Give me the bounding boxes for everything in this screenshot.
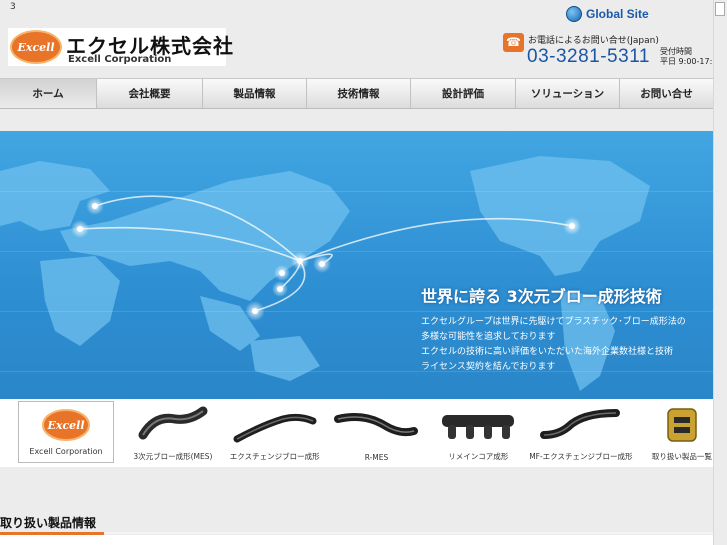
svg-text:Excell: Excell [47, 419, 85, 432]
banner-title: 世界に誇る 3次元ブロー成形技術 [421, 287, 662, 306]
phone-caption: お電話によるお問い合せ(Japan) [528, 36, 659, 46]
hours-value: 平日 9:00-17: [660, 57, 713, 66]
phone-number[interactable]: 03-3281-5311 [527, 46, 650, 68]
exchange-blow-part-icon [233, 413, 317, 443]
mes-part-icon [138, 406, 208, 440]
main-nav: ホーム 会社概要 製品情報 技術情報 設計評価 ソリューション お問い合せ [0, 78, 713, 109]
excell-logo-icon: Excell [42, 409, 90, 441]
product-item-r-mes[interactable]: R-MES [326, 399, 428, 467]
remain-core-part-icon [442, 415, 515, 439]
hero-banner: 世界に誇る 3次元ブロー成形技術 エクセルグループは世界に先駆けてプラスチック･… [0, 131, 713, 399]
nav-item-technology[interactable]: 技術情報 [307, 79, 411, 108]
banner-description: エクセルグループは世界に先駆けてプラスチック･ブロー成形法の 多様な可能性を追求… [421, 317, 686, 372]
nav-item-contact[interactable]: お問い合せ [620, 79, 713, 108]
business-hours: 受付時間 平日 9:00-17: [660, 47, 712, 67]
product-item-excell[interactable]: Excell Excell Corporation [18, 401, 114, 463]
product-item-remain-core[interactable]: リメインコア成形 [427, 399, 529, 467]
global-site-label: Global Site [586, 7, 649, 21]
product-item-mf-exchange[interactable]: MF-エクスチェンジブロー成形 [529, 399, 632, 467]
scrollbar-thumb[interactable] [715, 2, 725, 16]
section-divider [0, 532, 713, 534]
product-item-list[interactable]: 取り扱い製品一覧 [631, 399, 727, 467]
r-mes-part-icon [334, 413, 419, 437]
mf-exchange-part-icon [540, 409, 621, 439]
nav-item-products[interactable]: 製品情報 [203, 79, 307, 108]
nav-item-design-evaluation[interactable]: 設計評価 [411, 79, 516, 108]
company-logo[interactable]: Excell エクセル株式会社 Excell Corporation [8, 28, 233, 66]
phone-icon: ☎ [503, 33, 524, 52]
nav-item-company[interactable]: 会社概要 [97, 79, 203, 108]
globe-icon [566, 6, 582, 22]
page-number: 3 [10, 2, 16, 12]
hours-label: 受付時間 [660, 47, 692, 56]
section-title-products: 取り扱い製品情報 [0, 516, 97, 530]
product-strip: Excell Excell Corporation 3次元ブロー成形(MES) … [0, 399, 713, 467]
nav-item-solutions[interactable]: ソリューション [516, 79, 620, 108]
company-name-en: Excell Corporation [68, 54, 172, 65]
global-site-link[interactable]: Global Site [566, 6, 649, 22]
excell-logo-icon: Excell [10, 30, 62, 64]
product-item-exchange-blow[interactable]: エクスチェンジブロー成形 [224, 399, 326, 467]
nav-item-home[interactable]: ホーム [0, 79, 97, 108]
product-list-icon [667, 408, 697, 442]
product-item-mes[interactable]: 3次元ブロー成形(MES) [122, 399, 224, 467]
